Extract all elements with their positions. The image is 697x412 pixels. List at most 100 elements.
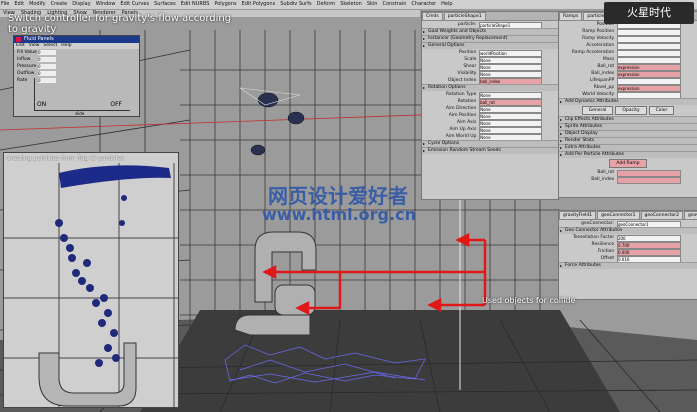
ae-rotation-row: Aim Axis None — [422, 119, 558, 127]
attribute-editor-panel[interactable]: Cmds particleShape1 particle: particleSha… — [421, 11, 559, 200]
menu-item-surfaces[interactable]: Surfaces — [154, 1, 176, 7]
ramp-row: Ball_rot — [559, 169, 697, 177]
watermark-line-2: www.html.org.cn — [262, 205, 416, 224]
ae-tab[interactable]: Cmds — [422, 12, 443, 20]
menu-item-subdiv-surfs[interactable]: Subdiv Surfs — [280, 1, 311, 7]
menu-item-skeleton[interactable]: Skeleton — [340, 1, 362, 7]
ae-footer-sections: Cycle OptionsEmission Random Stream Seed… — [422, 140, 558, 154]
geo-connector-tabs: gravityField1 geoConnector1 geoConnector2 g… — [559, 211, 697, 220]
per-particle-section[interactable]: Add Per Particle Attributes — [559, 151, 697, 158]
particle-attr-label: Acceleration — [586, 43, 615, 48]
particle-section[interactable]: Render Stats — [559, 137, 697, 144]
fluid-row: Outflow 0 — [14, 70, 139, 77]
ae-general-row: Object Index ball_index — [422, 77, 558, 85]
re-tab[interactable]: Ramps — [559, 12, 583, 20]
color-button[interactable]: Color — [648, 106, 675, 115]
menu-item-edit[interactable]: Edit — [14, 1, 24, 7]
geo-connector-rows: Tessellation Factor 200 Resilience 0.700 Fri… — [559, 234, 697, 263]
ramp-field[interactable] — [616, 177, 682, 184]
ramp-label: Ball_rot — [597, 170, 615, 175]
inset-caption: Creating particles from flag (3 particle… — [6, 155, 124, 162]
menu-item-window[interactable]: Window — [96, 1, 116, 7]
menu-item-create[interactable]: Create — [51, 1, 68, 7]
particle-section[interactable]: Clip Effects Attributes — [559, 116, 697, 123]
geo-connector-row: Friction 0.000 — [559, 248, 697, 256]
ae-rotation-label: Aim Direction — [445, 106, 477, 111]
geo-connector-tab[interactable]: geoConnector2 — [640, 211, 683, 219]
collide-callout: Used objects for collide — [482, 296, 576, 305]
particle-attribute-panel[interactable]: RampsparticleShape1 PositionRamp Positio… — [558, 11, 697, 198]
force-attributes-section[interactable]: Force Attributes — [559, 262, 697, 269]
ae-general-label: Object Index — [447, 78, 477, 83]
menu-item-modify[interactable]: Modify — [29, 1, 46, 7]
geo-connector-tab[interactable]: geoConnector3 — [683, 211, 697, 219]
ae-rotation-header[interactable]: Rotation Options — [422, 84, 558, 91]
menu-item-edit-curves[interactable]: Edit Curves — [120, 1, 149, 7]
geo-connector-section[interactable]: Geo Connector Attributes — [559, 227, 697, 234]
particle-attr-row: Ramp Velocity — [559, 35, 697, 43]
ae-footer-section[interactable]: Emission Random Stream Seeds — [422, 147, 558, 154]
main-menubar: File Edit Modify Create Display Window Edit Cu… — [0, 0, 697, 10]
geo-connector-tab[interactable]: geoConnector1 — [597, 211, 640, 219]
particle-attr-row: Ramp Acceleration — [559, 49, 697, 57]
ae-general-row: Scale None — [422, 56, 558, 64]
fluid-menu-help[interactable]: Help — [61, 43, 71, 48]
annotation-text: Switch controller for gravity's flow acc… — [8, 13, 231, 35]
menu-item-edit-polygons[interactable]: Edit Polygons — [242, 1, 276, 7]
ae-general-label: Visibility — [457, 71, 477, 76]
add-dynamic-section[interactable]: Add Dynamic Attributes — [559, 98, 697, 105]
geo-connector-label: Tessellation Factor — [572, 235, 615, 240]
ae-rotation-row: Rotation Type None — [422, 91, 558, 99]
window-close-icon[interactable] — [16, 37, 21, 42]
particle-attr-label: Ball_index — [591, 71, 615, 76]
menu-item-file[interactable]: File — [1, 1, 9, 7]
ae-general-header[interactable]: General Options — [422, 42, 558, 49]
particle-attribute-buttons: General Opacity Color — [559, 105, 697, 116]
ae-rotation-label: Aim Up Axis — [449, 127, 477, 132]
particle-attr-label: Ramp Acceleration — [571, 50, 615, 55]
menu-item-display[interactable]: Display — [72, 1, 90, 7]
menu-item-constrain[interactable]: Constrain — [382, 1, 406, 7]
ae-tab[interactable]: particleShape1 — [443, 12, 486, 20]
fluid-row-label: Outflow — [17, 71, 35, 76]
ae-section[interactable]: Goal Weights and Objects — [422, 28, 558, 35]
ae-general-label: Shear — [463, 64, 477, 69]
fluid-panel-titlebar[interactable]: Fluid Panels — [14, 36, 139, 43]
fluid-menu-view[interactable]: View — [29, 43, 40, 48]
menu-item-character[interactable]: Character — [411, 1, 436, 7]
ae-footer-section[interactable]: Cycle Options — [422, 140, 558, 147]
menu-item-deform[interactable]: Deform — [317, 1, 336, 7]
ground-box — [140, 310, 620, 412]
ramp-row: Ball_index — [559, 176, 697, 184]
geo-connector-tab[interactable]: gravityField1 — [559, 211, 597, 219]
ae-section[interactable]: Instancer (Geometry Replacement) — [422, 35, 558, 42]
fluid-row: Fill Value 0 — [14, 49, 139, 56]
ae-general-rows: Position worldPosition Scale None Shear None V… — [422, 49, 558, 85]
menu-item-edit-nurbs[interactable]: Edit NURBS — [181, 1, 210, 7]
fluid-row-value[interactable]: 0 — [38, 50, 56, 55]
opacity-button[interactable]: Opacity — [615, 106, 647, 115]
fluid-row-label: Rate — [17, 78, 28, 83]
fluid-graph[interactable]: ON OFF slide — [34, 78, 130, 116]
graph-x-label: slide — [75, 111, 85, 116]
general-button[interactable]: General — [581, 106, 614, 115]
fluid-menu-select[interactable]: Select — [43, 43, 57, 48]
ae-rotation-row: Aim Position None — [422, 112, 558, 120]
fluid-row-value[interactable]: 0 — [38, 57, 56, 62]
particle-section[interactable]: Sprite Attributes — [559, 123, 697, 130]
add-ramp-button[interactable]: Add Ramp — [609, 159, 647, 168]
fluid-panel-window[interactable]: Fluid Panels Edit View Select Help Fill Val… — [13, 35, 140, 117]
fluid-row-value[interactable]: 0 — [38, 64, 56, 69]
particle-section[interactable]: Extra Attributes — [559, 144, 697, 151]
menu-item-polygons[interactable]: Polygons — [214, 1, 236, 7]
fluid-row-value[interactable]: 0 — [38, 71, 56, 76]
ae-rotation-label: Rotation — [457, 99, 477, 104]
particle-section[interactable]: Object Display — [559, 130, 697, 137]
ae-section-list: Goal Weights and ObjectsInstancer (Geome… — [422, 28, 558, 42]
ae-rotation-row: Aim Up Axis None — [422, 126, 558, 134]
fluid-menu-edit[interactable]: Edit — [16, 43, 25, 48]
menu-item-skin[interactable]: Skin — [367, 1, 378, 7]
geo-connector-panel[interactable]: gravityField1 geoConnector1 geoConnector2 g… — [558, 210, 697, 300]
menu-item-help[interactable]: Help — [441, 1, 452, 7]
ae-rotation-label: Rotation Type — [445, 92, 477, 97]
